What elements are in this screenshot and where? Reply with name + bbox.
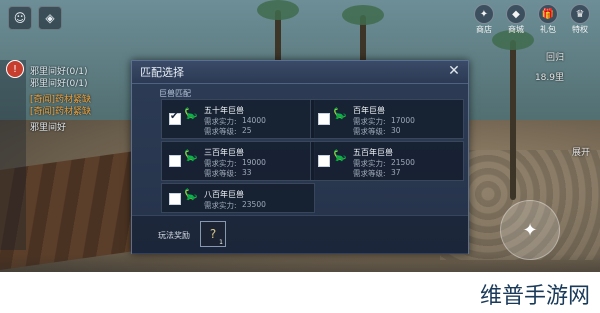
power-value: 14000	[242, 116, 266, 125]
hud-label: 特权	[572, 25, 588, 34]
dialog-title: 匹配选择	[140, 66, 184, 79]
gift-icon: 🎁	[538, 4, 558, 24]
reward-label: 玩法奖励	[158, 231, 190, 240]
hud-shop-button[interactable]: ✦ 商店	[472, 4, 496, 35]
level-value: 25	[242, 126, 252, 135]
option-checkbox[interactable]	[169, 111, 181, 125]
close-icon[interactable]: ✕	[446, 63, 462, 79]
beast-icon: 🦕	[184, 188, 198, 201]
option-name: 百年巨兽	[353, 106, 385, 115]
level-value: 33	[242, 168, 252, 177]
option-name: 三百年巨兽	[204, 148, 244, 157]
hud-privilege-button[interactable]: ♛ 特权	[568, 4, 592, 35]
top-left-hud: ☺ ◈	[8, 6, 62, 30]
option-three-hundred-year-beast[interactable]: 🦕 三百年巨兽 需求实力: 19000 需求等级: 33	[161, 141, 315, 181]
option-name: 五十年巨兽	[204, 106, 244, 115]
beast-icon: 🦕	[333, 107, 347, 120]
option-five-hundred-year-beast[interactable]: 🦕 五百年巨兽 需求实力: 21500 需求等级: 37	[310, 141, 464, 181]
character-icon[interactable]: ☺	[8, 6, 32, 30]
option-name: 八百年巨兽	[204, 190, 244, 199]
mall-icon: ◆	[506, 4, 526, 24]
question-item-icon: ?	[209, 227, 217, 241]
option-checkbox[interactable]	[169, 155, 181, 167]
beast-icon: 🦕	[333, 149, 347, 162]
map-icon[interactable]: ◈	[38, 6, 62, 30]
quest-item[interactable]: 邪里间好	[30, 120, 66, 133]
alert-badge-icon[interactable]: !	[6, 60, 24, 78]
level-label: 需求等级:	[353, 169, 386, 178]
reward-bar: 玩法奖励 ? 1	[132, 215, 468, 254]
privilege-icon: ♛	[570, 4, 590, 24]
expand-label[interactable]: 展开	[572, 145, 590, 158]
hud-mall-button[interactable]: ◆ 商城	[504, 4, 528, 35]
level-label: 需求等级:	[353, 127, 386, 136]
power-value: 17000	[391, 116, 415, 125]
match-select-dialog: 匹配选择 ✕ 巨兽匹配 🦕 五十年巨兽 需求实力: 14000 需求等级: 25…	[131, 60, 469, 254]
reward-item-slot[interactable]: ? 1	[200, 221, 226, 247]
quest-sidebar	[0, 60, 26, 250]
power-value: 21500	[391, 158, 415, 167]
quest-item[interactable]: [奇闻]药材紧缺	[30, 104, 91, 117]
power-value: 23500	[242, 200, 266, 209]
option-checkbox[interactable]	[169, 193, 181, 205]
hud-label: 商店	[476, 25, 492, 34]
level-value: 30	[391, 126, 401, 135]
option-eight-hundred-year-beast[interactable]: 🦕 八百年巨兽 需求实力: 23500	[161, 183, 315, 213]
quest-item[interactable]: 邪里间好(0/1)	[30, 76, 88, 89]
power-label: 需求实力:	[204, 201, 237, 210]
hud-label: 商城	[508, 25, 524, 34]
top-right-hud: ✦ 商店 ◆ 商城 🎁 礼包 ♛ 特权	[472, 4, 592, 35]
back-label[interactable]: 回归	[546, 50, 564, 63]
hud-label: 礼包	[540, 25, 556, 34]
hud-gift-button[interactable]: 🎁 礼包	[536, 4, 560, 35]
option-checkbox[interactable]	[318, 155, 330, 167]
option-hundred-year-beast[interactable]: 🦕 百年巨兽 需求实力: 17000 需求等级: 30	[310, 99, 464, 139]
dialog-header: 匹配选择 ✕	[132, 61, 468, 84]
shop-icon: ✦	[474, 4, 494, 24]
option-checkbox[interactable]	[318, 113, 330, 125]
level-label: 需求等级:	[204, 169, 237, 178]
level-label: 需求等级:	[204, 127, 237, 136]
beast-icon: 🦕	[184, 107, 198, 120]
bottom-hud-shadow	[0, 254, 600, 274]
level-value: 37	[391, 168, 401, 177]
distance-label: 18.9里	[534, 73, 564, 83]
reward-count: 1	[219, 239, 223, 246]
action-joystick[interactable]: ✦	[500, 200, 560, 260]
palm-tree	[492, 30, 534, 200]
option-fifty-year-beast[interactable]: 🦕 五十年巨兽 需求实力: 14000 需求等级: 25	[161, 99, 315, 139]
section-title: 巨兽匹配	[159, 89, 191, 98]
power-value: 19000	[242, 158, 266, 167]
watermark-logo: 维普手游网	[479, 284, 590, 309]
beast-icon: 🦕	[184, 149, 198, 162]
option-name: 五百年巨兽	[353, 148, 393, 157]
